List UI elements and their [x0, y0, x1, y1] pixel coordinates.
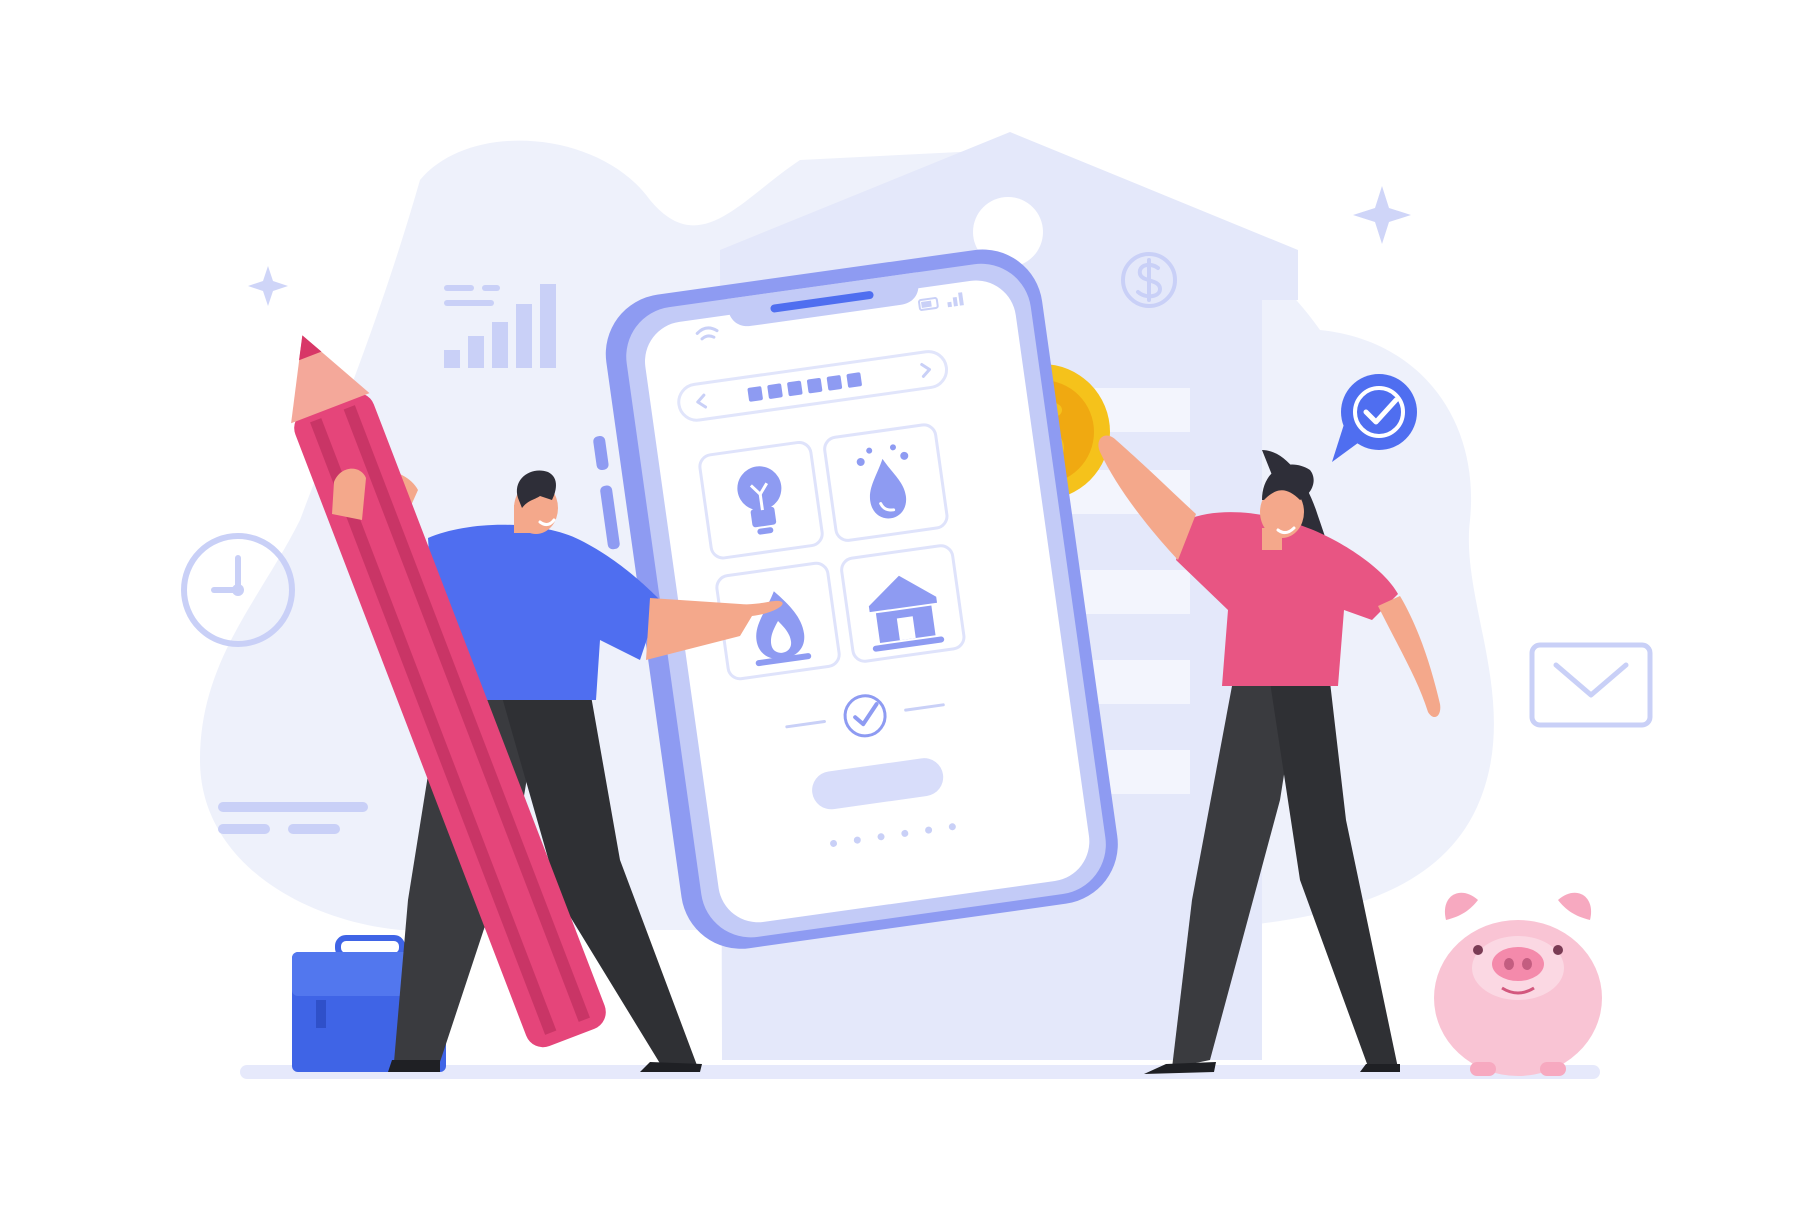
- man-hand-on-pencil: [332, 468, 366, 520]
- utility-tile-water[interactable]: [823, 423, 949, 542]
- envelope-icon: [1529, 642, 1653, 728]
- illustration-canvas: [181, 132, 1653, 1079]
- man-shoe: [388, 1060, 440, 1072]
- piggy-bank-icon: [1434, 892, 1602, 1076]
- utility-tile-electricity[interactable]: [698, 440, 824, 560]
- woman-shoe: [1360, 1064, 1400, 1072]
- sparkle-icon: [248, 266, 288, 306]
- utility-tile-housing[interactable]: [840, 544, 966, 663]
- sparkle-icon: [1353, 186, 1411, 244]
